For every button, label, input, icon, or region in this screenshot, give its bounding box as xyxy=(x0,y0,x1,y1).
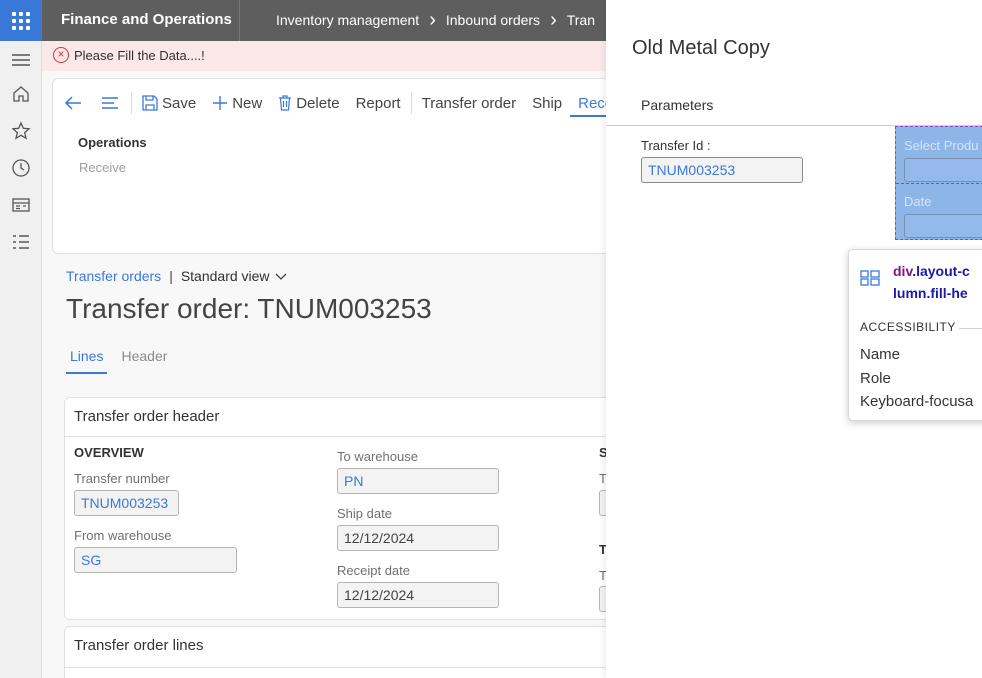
breadcrumb-item-inbound[interactable]: Inbound orders xyxy=(446,12,540,28)
inspector-tooltip: div.layout-c lumn.fill-he ACCESSIBILITY … xyxy=(848,249,982,421)
tab-lines[interactable]: Lines xyxy=(66,348,108,374)
app-launcher-button[interactable] xyxy=(0,0,42,41)
selector-class: .layout-c xyxy=(912,263,970,279)
delete-label: Delete xyxy=(296,94,340,112)
receipt-date-field[interactable]: 12/12/2024 xyxy=(337,582,499,608)
lines-menu-icon xyxy=(102,97,118,109)
date-field[interactable] xyxy=(904,214,982,238)
chevron-right-icon: › xyxy=(550,9,557,31)
transfer-id-field[interactable]: TNUM003253 xyxy=(641,157,803,183)
home-icon[interactable] xyxy=(11,84,31,104)
action-pane: Save New Delete Report Transfer order Sh… xyxy=(52,78,625,254)
clock-icon[interactable] xyxy=(11,158,31,178)
card-title[interactable]: Transfer order lines xyxy=(74,637,204,654)
ship-tab[interactable]: Ship xyxy=(524,95,570,112)
toolbar-divider xyxy=(131,92,132,114)
card-divider xyxy=(65,436,623,437)
receive-menu-item[interactable]: Receive xyxy=(79,160,126,175)
back-button[interactable] xyxy=(53,94,95,112)
chevron-down-icon[interactable] xyxy=(274,271,288,281)
accessibility-focusable-row: Keyboard-focusa xyxy=(860,393,974,410)
report-button[interactable]: Report xyxy=(348,95,409,112)
error-message-bar: × Please Fill the Data....! xyxy=(42,41,606,71)
select-product-field[interactable] xyxy=(904,158,982,182)
from-warehouse-field[interactable]: SG xyxy=(74,547,237,573)
panel-title: Old Metal Copy xyxy=(632,37,770,59)
plus-icon xyxy=(213,96,228,110)
ship-date-label: Ship date xyxy=(337,506,392,521)
transfer-number-label: Transfer number xyxy=(74,471,170,486)
element-selector: div.layout-c lumn.fill-he xyxy=(893,260,970,304)
card-divider xyxy=(65,667,623,668)
modules-list-icon[interactable] xyxy=(11,232,31,252)
date-label: Date xyxy=(904,194,932,209)
breadcrumb-item-inventory[interactable]: Inventory management xyxy=(276,12,419,28)
save-label: Save xyxy=(162,94,197,112)
ship-date-field[interactable]: 12/12/2024 xyxy=(337,525,499,551)
accessibility-name-row: Name xyxy=(860,346,901,363)
breadcrumb-item-transfer[interactable]: Tran xyxy=(567,12,595,28)
chevron-right-icon: › xyxy=(429,9,436,31)
star-icon[interactable] xyxy=(11,121,31,141)
new-label: New xyxy=(232,94,263,112)
waffle-icon xyxy=(12,11,30,30)
delete-button[interactable]: Delete xyxy=(270,95,347,112)
toolbar-divider xyxy=(410,92,412,114)
card-title[interactable]: Transfer order header xyxy=(74,408,219,425)
operations-group-label: Operations xyxy=(78,135,147,150)
accessibility-heading: ACCESSIBILITY xyxy=(860,320,956,334)
new-button[interactable]: New xyxy=(204,95,270,112)
save-button[interactable]: Save xyxy=(134,95,204,112)
topbar-divider xyxy=(239,0,240,41)
to-warehouse-field[interactable]: PN xyxy=(337,468,499,494)
transfer-order-tab[interactable]: Transfer order xyxy=(414,95,524,112)
page-tabs: Lines Header xyxy=(66,348,181,374)
selector-class-continued: lumn.fill-he xyxy=(893,285,968,301)
section-divider xyxy=(959,328,982,329)
transfer-order-lines-card: Transfer order lines xyxy=(64,626,624,678)
inspector-highlight: Select Produ Date xyxy=(895,126,982,240)
hamburger-icon[interactable] xyxy=(11,50,31,70)
transfer-id-label: Transfer Id : xyxy=(641,138,711,153)
side-panel: Old Metal Copy Parameters Transfer Id : … xyxy=(606,0,982,678)
page-title: Transfer order: TNUM003253 xyxy=(66,293,432,324)
transfer-orders-link[interactable]: Transfer orders xyxy=(66,268,161,284)
options-button[interactable] xyxy=(95,94,129,112)
trash-icon xyxy=(279,95,292,111)
save-icon xyxy=(142,95,158,111)
breadcrumb: Inventory management › Inbound orders › … xyxy=(276,9,595,31)
tab-header[interactable]: Header xyxy=(117,348,171,374)
transfer-order-header-card: Transfer order header OVERVIEW Transfer … xyxy=(64,397,624,620)
to-warehouse-label: To warehouse xyxy=(337,449,418,464)
page-breadcrumb: Transfer orders | Standard view xyxy=(66,268,288,284)
breadcrumb-divider: | xyxy=(169,268,173,284)
arrow-left-icon xyxy=(64,96,81,110)
left-navigation xyxy=(0,41,42,678)
parameters-label: Parameters xyxy=(641,97,714,113)
receipt-date-label: Receipt date xyxy=(337,563,410,578)
transfer-number-field[interactable]: TNUM003253 xyxy=(74,490,179,516)
view-selector[interactable]: Standard view xyxy=(181,268,270,284)
workspace-icon[interactable] xyxy=(11,195,31,215)
overview-heading: OVERVIEW xyxy=(74,445,144,460)
layout-grid-icon xyxy=(860,270,880,286)
error-message: Please Fill the Data....! xyxy=(74,48,205,63)
parameters-header[interactable]: Parameters xyxy=(606,84,982,126)
app-title[interactable]: Finance and Operations xyxy=(61,11,232,28)
select-product-label: Select Produ xyxy=(904,138,979,153)
selector-tag: div xyxy=(893,263,913,279)
from-warehouse-label: From warehouse xyxy=(74,528,172,543)
error-icon: × xyxy=(53,47,69,63)
accessibility-role-row: Role xyxy=(860,370,891,387)
action-pane-toolbar: Save New Delete Report Transfer order Sh… xyxy=(53,89,625,117)
